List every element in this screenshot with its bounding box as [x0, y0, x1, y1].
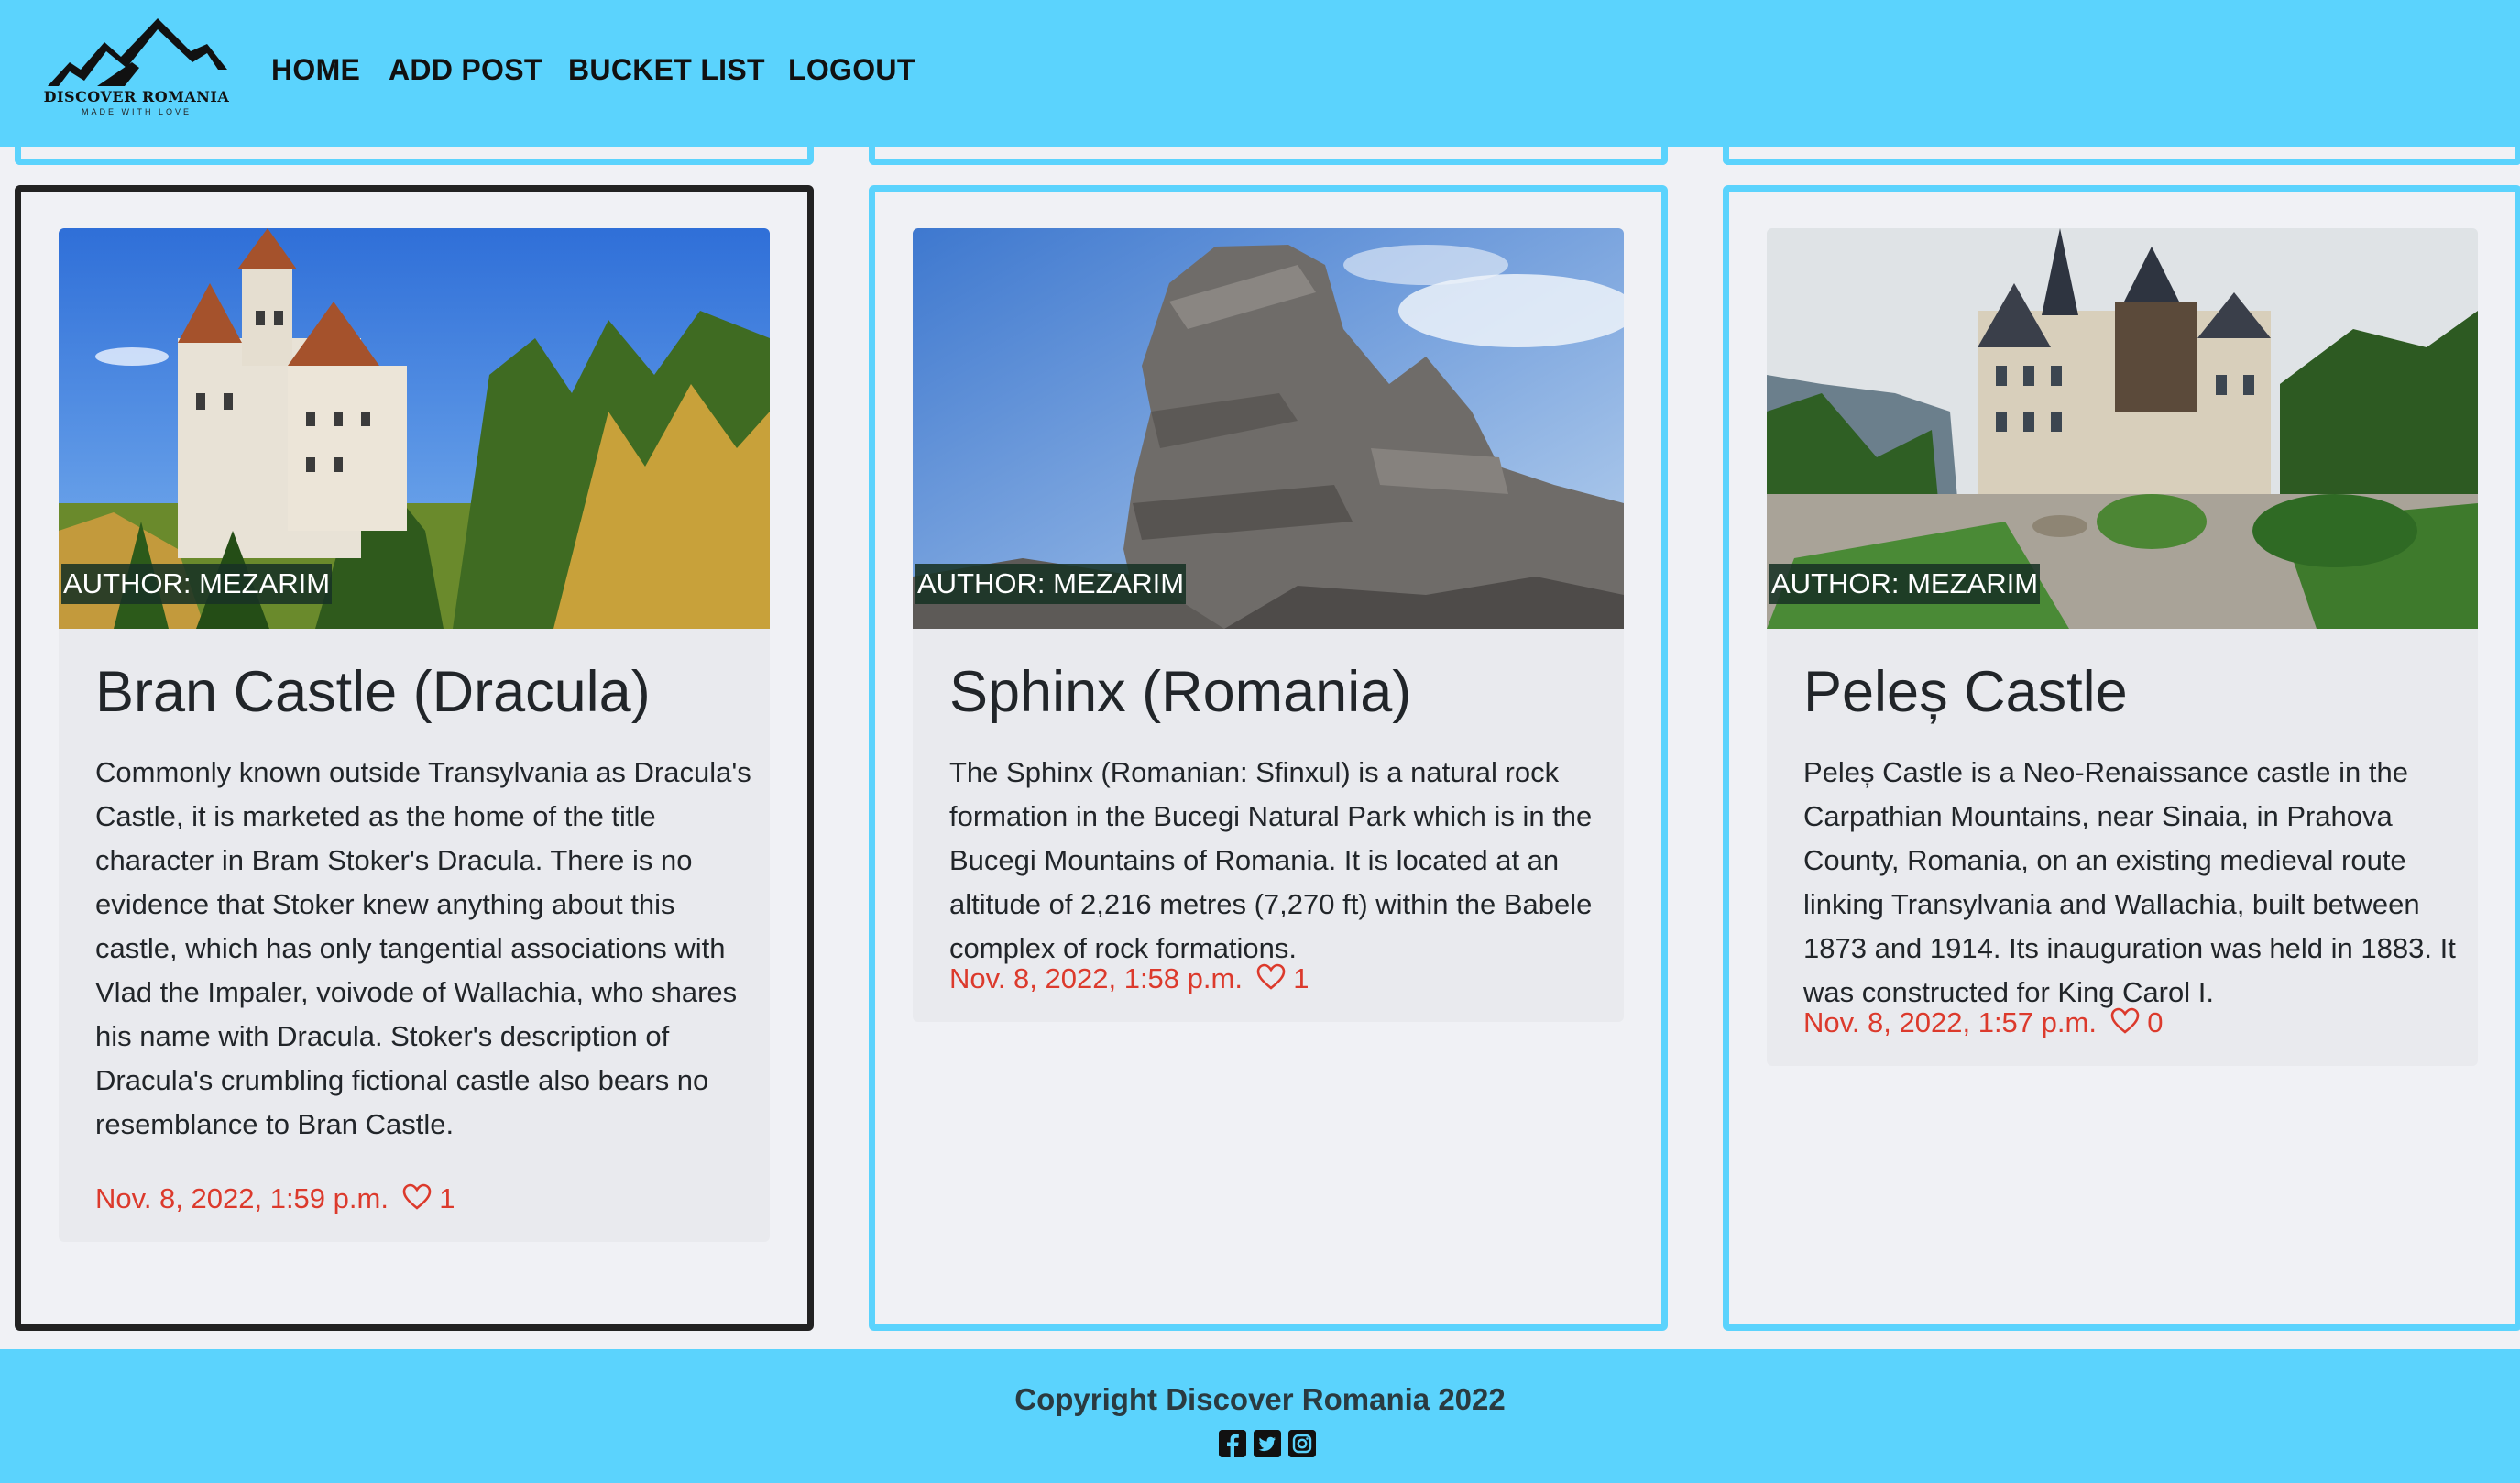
post-frame-previous	[869, 147, 1668, 165]
post-image-peles-castle[interactable]: AUTHOR: MEZARIM	[1767, 228, 2478, 629]
nav-bucket-list-link[interactable]: BUCKET LIST	[568, 53, 765, 87]
post-meta: Nov. 8, 2022, 1:59 p.m. 1	[95, 1182, 455, 1215]
post-frame-previous	[15, 147, 814, 165]
post-description: Commonly known outside Transylvania as D…	[95, 756, 751, 1140]
post-card[interactable]: AUTHOR: MEZARIM Sphinx (Romania) The Sph…	[913, 228, 1624, 1022]
like-count: 0	[2147, 1006, 2164, 1038]
post-image-bran-castle[interactable]: AUTHOR: MEZARIM	[59, 228, 770, 629]
post-meta: Nov. 8, 2022, 1:57 p.m. 0	[1803, 1006, 2163, 1039]
post-author: AUTHOR: MEZARIM	[61, 564, 333, 604]
heart-icon[interactable]	[1256, 963, 1286, 991]
footer: Copyright Discover Romania 2022	[0, 1349, 2520, 1483]
like-count: 1	[1293, 962, 1309, 994]
brand-title: DISCOVER ROMANIA	[43, 88, 230, 105]
post-title[interactable]: Peleș Castle	[1803, 659, 2128, 725]
post-description: The Sphinx (Romanian: Sfinxul) is a natu…	[949, 756, 1593, 964]
heart-icon[interactable]	[2110, 1007, 2140, 1035]
post-image-sphinx[interactable]: AUTHOR: MEZARIM	[913, 228, 1624, 629]
like-count: 1	[439, 1182, 455, 1214]
brand-logo[interactable]: DISCOVER ROMANIA MADE WITH LOVE	[40, 15, 233, 123]
post-description: Peleș Castle is a Neo-Renaissance castle…	[1803, 756, 2456, 1008]
post-author: AUTHOR: MEZARIM	[1769, 564, 2041, 604]
social-links	[1219, 1430, 1316, 1457]
post-title[interactable]: Bran Castle (Dracula)	[95, 659, 651, 725]
brand-tagline: MADE WITH LOVE	[81, 107, 192, 116]
post-date: Nov. 8, 2022, 1:59 p.m.	[95, 1182, 389, 1214]
post-title[interactable]: Sphinx (Romania)	[949, 659, 1411, 725]
twitter-icon[interactable]	[1254, 1430, 1281, 1457]
post-frame-previous	[1723, 147, 2520, 165]
nav-add-post-link[interactable]: ADD POST	[389, 53, 542, 87]
copyright-text: Copyright Discover Romania 2022	[1014, 1382, 1506, 1416]
post-card[interactable]: AUTHOR: MEZARIM Peleș Castle Peleș Castl…	[1767, 228, 2478, 1066]
nav-home-link[interactable]: HOME	[271, 53, 360, 87]
post-card[interactable]: AUTHOR: MEZARIM Bran Castle (Dracula) Co…	[59, 228, 770, 1242]
navbar: DISCOVER ROMANIA MADE WITH LOVE HOME ADD…	[0, 0, 2520, 147]
mountains-icon	[48, 18, 227, 86]
facebook-icon[interactable]	[1219, 1430, 1246, 1457]
post-author: AUTHOR: MEZARIM	[915, 564, 1187, 604]
post-meta: Nov. 8, 2022, 1:58 p.m. 1	[949, 962, 1309, 995]
nav-logout-link[interactable]: LOGOUT	[788, 53, 915, 87]
instagram-icon[interactable]	[1288, 1430, 1316, 1457]
post-date: Nov. 8, 2022, 1:57 p.m.	[1803, 1006, 2097, 1038]
heart-icon[interactable]	[402, 1183, 432, 1211]
post-date: Nov. 8, 2022, 1:58 p.m.	[949, 962, 1243, 994]
